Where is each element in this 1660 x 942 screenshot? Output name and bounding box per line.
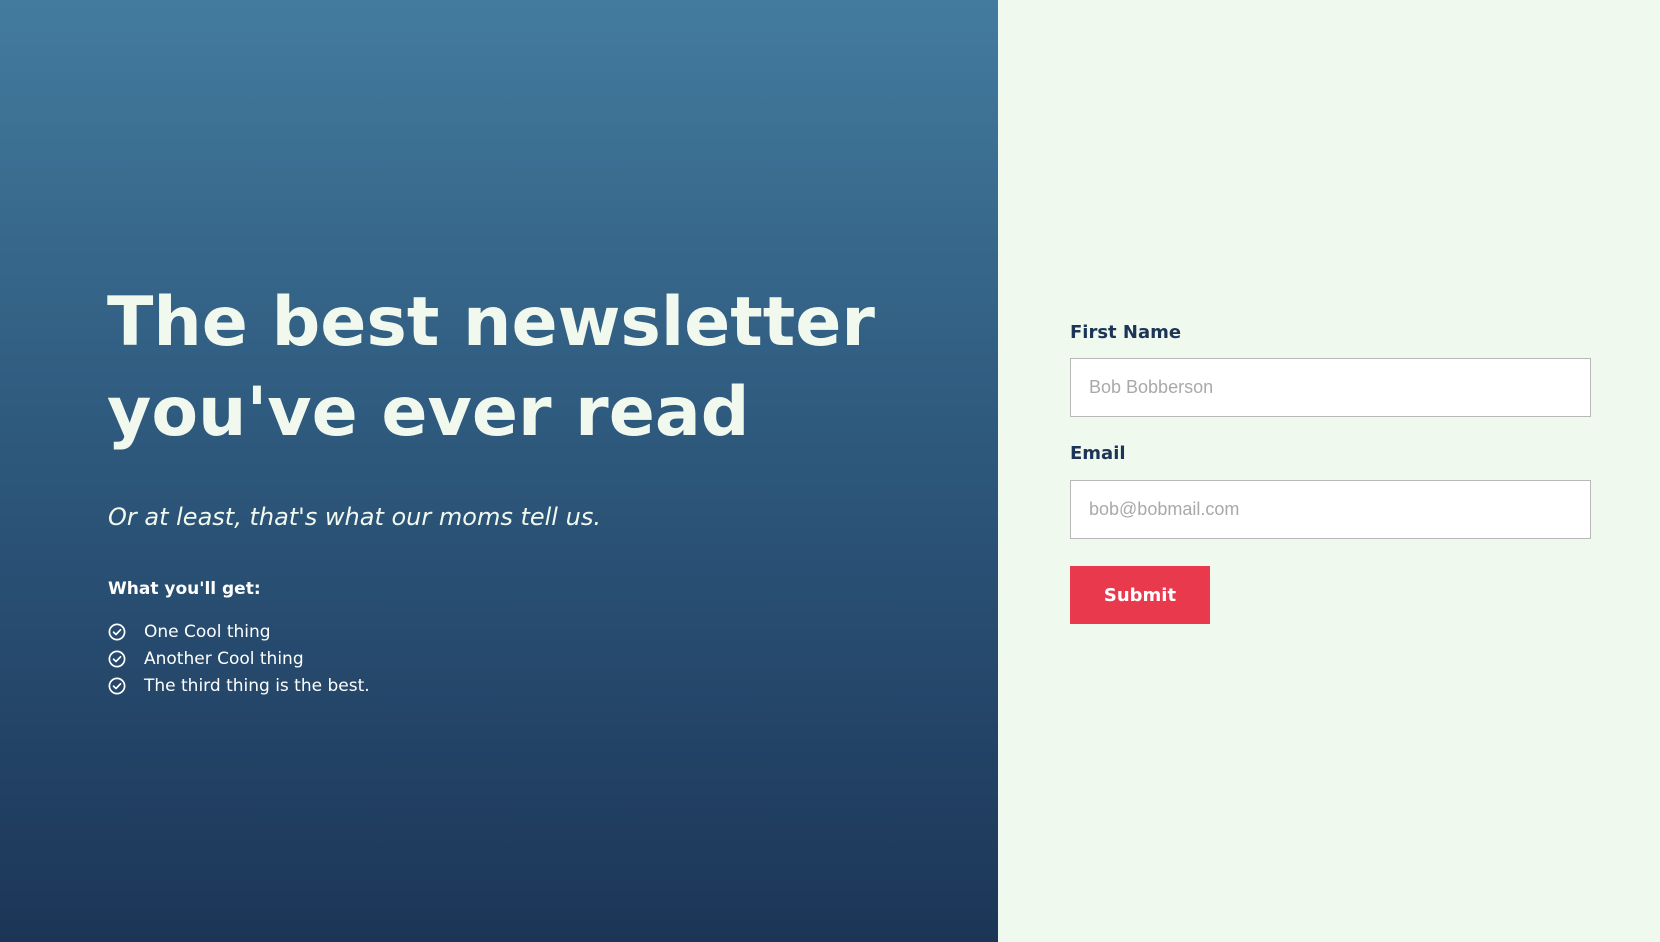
benefits-list: One Cool thing Another Cool thing The th… bbox=[108, 618, 370, 699]
signup-form-panel: First Name Email Submit bbox=[998, 0, 1660, 942]
check-circle-icon bbox=[108, 677, 126, 695]
benefit-item: One Cool thing bbox=[108, 618, 370, 645]
email-label: Email bbox=[1070, 443, 1126, 464]
benefit-item: The third thing is the best. bbox=[108, 672, 370, 699]
first-name-input[interactable] bbox=[1070, 358, 1591, 417]
check-circle-icon bbox=[108, 650, 126, 668]
email-input[interactable] bbox=[1070, 480, 1591, 539]
hero-panel: The best newsletter you've ever read Or … bbox=[0, 0, 998, 942]
benefit-item: Another Cool thing bbox=[108, 645, 370, 672]
benefit-label: Another Cool thing bbox=[144, 648, 304, 669]
benefit-label: The third thing is the best. bbox=[144, 675, 370, 696]
benefits-heading: What you'll get: bbox=[108, 579, 261, 599]
check-circle-icon bbox=[108, 623, 126, 641]
benefit-label: One Cool thing bbox=[144, 621, 271, 642]
first-name-label: First Name bbox=[1070, 322, 1182, 343]
hero-title: The best newsletter you've ever read bbox=[107, 283, 875, 452]
submit-button[interactable]: Submit bbox=[1070, 566, 1210, 624]
newsletter-signup-page: The best newsletter you've ever read Or … bbox=[0, 0, 1660, 942]
hero-subtitle: Or at least, that's what our moms tell u… bbox=[108, 503, 601, 531]
